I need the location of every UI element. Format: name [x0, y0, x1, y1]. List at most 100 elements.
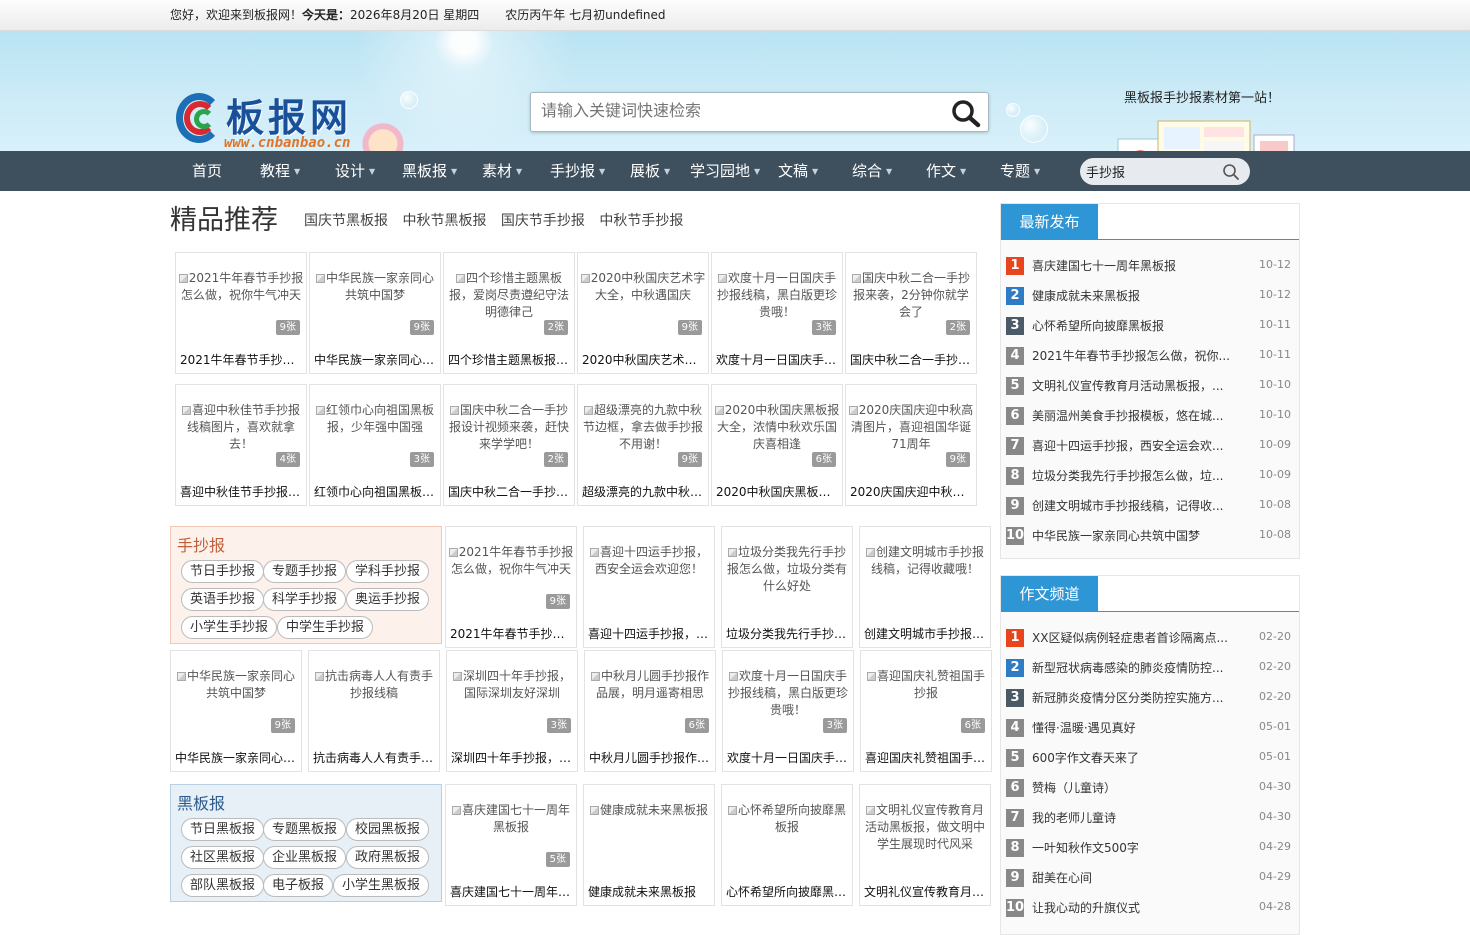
thumbnail-image[interactable]: 心怀希望所向披靡黑板报	[722, 802, 852, 880]
card-caption[interactable]: 创建文明城市手抄报线稿，记得收藏哦！	[864, 625, 988, 642]
ranking-title[interactable]: 喜庆建国七十一周年黑板报	[1032, 257, 1232, 274]
category-tag[interactable]: 政府黑板报	[346, 846, 430, 869]
ranking-row[interactable]: 6 赞梅（儿童诗） 04-30	[1006, 772, 1291, 802]
ranking-row[interactable]: 8 一叶知秋作文500字 04-29	[1006, 832, 1291, 862]
card-caption[interactable]: 国庆中秋二合一手抄报来袭，2分钟你就学会了	[850, 351, 974, 368]
category-tag[interactable]: 科学手抄报	[263, 588, 347, 611]
ranking-title[interactable]: 赞梅（儿童诗）	[1032, 779, 1232, 796]
thumbnail-card[interactable]: 喜庆建国七十一周年黑板报5张喜庆建国七十一周年黑板报	[445, 784, 577, 906]
ranking-row[interactable]: 7 我的老师儿童诗 04-30	[1006, 802, 1291, 832]
category-tag[interactable]: 社区黑板报	[181, 846, 265, 869]
ranking-title[interactable]: 中华民族一家亲同心共筑中国梦	[1032, 527, 1232, 544]
category-tag[interactable]: 奥运手抄报	[346, 588, 430, 611]
ranking-row[interactable]: 1 喜庆建国七十一周年黑板报 10-12	[1006, 250, 1291, 280]
ranking-title[interactable]: 新型冠状病毒感染的肺炎疫情防控...	[1032, 659, 1232, 676]
card-caption[interactable]: 心怀希望所向披靡黑板报	[726, 883, 850, 900]
category-tag[interactable]: 中学生手抄报	[277, 616, 374, 639]
card-caption[interactable]: 中华民族一家亲同心共筑中国梦	[175, 749, 299, 766]
ranking-title[interactable]: 垃圾分类我先行手抄报怎么做，垃...	[1032, 467, 1232, 484]
card-caption[interactable]: 喜庆建国七十一周年黑板报	[450, 883, 574, 900]
category-title[interactable]: 黑板报	[177, 790, 225, 814]
ranking-title[interactable]: 健康成就未来黑板报	[1032, 287, 1232, 304]
card-caption[interactable]: 抗击病毒人人有责手抄报线稿	[313, 749, 437, 766]
category-tag[interactable]: 英语手抄报	[181, 588, 265, 611]
category-title[interactable]: 手抄报	[177, 532, 225, 556]
thumbnail-card[interactable]: 2020中秋国庆艺术字大全，中秋遇国庆 9张 2020中秋国庆艺术字大全，中秋遇国庆	[577, 252, 709, 374]
nav-item[interactable]: 设计 ▼	[335, 151, 375, 192]
card-caption[interactable]: 文明礼仪宣传教育月活动黑板报，做文明中学生展现时代风采	[864, 883, 988, 900]
thumbnail-card[interactable]: 红领巾心向祖国黑板报，少年强中国强3张红领巾心向祖国黑板报，少年强中国强	[309, 384, 441, 506]
thumbnail-card[interactable]: 喜迎中秋佳节手抄报线稿图片，喜欢就拿去！4张喜迎中秋佳节手抄报线稿图片，喜欢就拿…	[175, 384, 307, 506]
thumbnail-card[interactable]: 2020庆国庆迎中秋高清图片，喜迎祖国华诞71周年9张2020庆国庆迎中秋高清图…	[845, 384, 977, 506]
category-tag[interactable]: 部队黑板报	[181, 874, 265, 897]
thumbnail-image[interactable]: 深圳四十年手抄报，国际深圳友好深圳	[447, 668, 577, 746]
ranking-row[interactable]: 5 600字作文春天来了 05-01	[1006, 742, 1291, 772]
card-caption[interactable]: 健康成就未来黑板报	[588, 883, 712, 900]
thumbnail-card[interactable]: 喜迎十四运手抄报，西安全运会欢迎您！ 喜迎十四运手抄报，西安全运会欢迎您！	[583, 526, 715, 648]
thumbnail-image[interactable]: 垃圾分类我先行手抄报怎么做，垃圾分类有什么好处	[722, 544, 852, 622]
quick-link[interactable]: 国庆节黑板报	[304, 213, 388, 229]
thumbnail-image[interactable]: 喜迎十四运手抄报，西安全运会欢迎您！	[584, 544, 714, 622]
quick-link[interactable]: 国庆节手抄报	[501, 213, 585, 229]
card-caption[interactable]: 2020中秋国庆艺术字大全，中秋遇国庆	[582, 351, 706, 368]
ranking-title[interactable]: 让我心动的升旗仪式	[1032, 899, 1232, 916]
nav-item[interactable]: 黑板报 ▼	[402, 151, 457, 192]
ranking-row[interactable]: 8 垃圾分类我先行手抄报怎么做，垃... 10-09	[1006, 460, 1291, 490]
thumbnail-card[interactable]: 中华民族一家亲同心共筑中国梦9张中华民族一家亲同心共筑中国梦	[309, 252, 441, 374]
thumbnail-image[interactable]: 创建文明城市手抄报线稿，记得收藏哦！	[860, 544, 990, 622]
category-tag[interactable]: 校园黑板报	[346, 818, 430, 841]
thumbnail-image[interactable]: 四个珍惜主题黑板报，爱岗尽责遵纪守法明德律己	[444, 270, 574, 348]
thumbnail-image[interactable]: 欢度十月一日国庆手抄报线稿，黑白版更珍贵哦！	[712, 270, 842, 348]
thumbnail-image[interactable]: 2020中秋国庆艺术字大全，中秋遇国庆	[578, 270, 708, 348]
category-tag[interactable]: 学科手抄报	[346, 560, 430, 583]
card-caption[interactable]: 喜迎中秋佳节手抄报线稿图片，喜欢就拿去！	[180, 483, 304, 500]
ranking-row[interactable]: 1 XX区疑似病例轻症患者首诊隔离点... 02-20	[1006, 622, 1291, 652]
nav-item[interactable]: 作文 ▼	[926, 151, 966, 192]
thumbnail-card[interactable]: 2021牛年春节手抄报怎么做，祝你牛气冲天 9张 2021牛年春节手抄报怎么做，祝你…	[175, 252, 307, 374]
ranking-row[interactable]: 10 让我心动的升旗仪式 04-28	[1006, 892, 1291, 922]
thumbnail-card[interactable]: 欢度十月一日国庆手抄报线稿，黑白版更珍贵哦！3张欢度十月一日国庆手抄报线稿，黑白…	[722, 650, 854, 772]
category-tag[interactable]: 专题黑板报	[263, 818, 347, 841]
latest-panel-title[interactable]: 最新发布	[1001, 204, 1098, 240]
ranking-row[interactable]: 2 健康成就未来黑板报 10-12	[1006, 280, 1291, 310]
card-caption[interactable]: 超级漂亮的九款中秋节边框，拿去做手抄报不用谢！	[582, 483, 706, 500]
card-caption[interactable]: 红领巾心向祖国黑板报，少年强中国强	[314, 483, 438, 500]
ranking-title[interactable]: 创建文明城市手抄报线稿，记得收...	[1032, 497, 1232, 514]
thumbnail-image[interactable]: 文明礼仪宣传教育月活动黑板报，做文明中学生展现时代风采	[860, 802, 990, 880]
card-caption[interactable]: 深圳四十年手抄报，国际深圳友好深圳	[451, 749, 575, 766]
ranking-title[interactable]: 美丽温州美食手抄报模板，悠在城...	[1032, 407, 1232, 424]
thumbnail-image[interactable]: 国庆中秋二合一手抄报设计视频来袭，赶快来学学吧！	[444, 402, 574, 480]
thumbnail-image[interactable]: 2021牛年春节手抄报怎么做，祝你牛气冲天	[446, 544, 576, 622]
thumbnail-image[interactable]: 欢度十月一日国庆手抄报线稿，黑白版更珍贵哦！	[723, 668, 853, 746]
thumbnail-card[interactable]: 2020中秋国庆黑板报大全，浓情中秋欢乐国庆喜相逢6张2020中秋国庆黑板报大全…	[711, 384, 843, 506]
thumbnail-card[interactable]: 心怀希望所向披靡黑板报 心怀希望所向披靡黑板报	[721, 784, 853, 906]
ranking-title[interactable]: 心怀希望所向披靡黑板报	[1032, 317, 1232, 334]
ranking-row[interactable]: 2 新型冠状病毒感染的肺炎疫情防控... 02-20	[1006, 652, 1291, 682]
thumbnail-card[interactable]: 欢度十月一日国庆手抄报线稿，黑白版更珍贵哦！3张欢度十月一日国庆手抄报线稿，黑白…	[711, 252, 843, 374]
ranking-row[interactable]: 6 美丽温州美食手抄报模板，悠在城... 10-10	[1006, 400, 1291, 430]
ranking-title[interactable]: 一叶知秋作文500字	[1032, 839, 1232, 856]
ranking-row[interactable]: 4 懂得·温暖·遇见真好 05-01	[1006, 712, 1291, 742]
card-caption[interactable]: 喜迎国庆礼赞祖国手抄报	[865, 749, 989, 766]
ranking-row[interactable]: 9 创建文明城市手抄报线稿，记得收... 10-08	[1006, 490, 1291, 520]
search-icon[interactable]	[950, 98, 982, 128]
card-caption[interactable]: 欢度十月一日国庆手抄报线稿，黑白版更珍贵哦！	[727, 749, 851, 766]
thumbnail-card[interactable]: 超级漂亮的九款中秋节边框，拿去做手抄报不用谢！9张超级漂亮的九款中秋节边框，拿去…	[577, 384, 709, 506]
thumbnail-image[interactable]: 健康成就未来黑板报	[584, 802, 714, 880]
ranking-title[interactable]: 文明礼仪宣传教育月活动黑板报，...	[1032, 377, 1232, 394]
thumbnail-card[interactable]: 四个珍惜主题黑板报，爱岗尽责遵纪守法明德律己2张四个珍惜主题黑板报，爱岗尽责遵纪…	[443, 252, 575, 374]
nav-item[interactable]: 专题 ▼	[1000, 151, 1040, 192]
card-caption[interactable]: 2021牛年春节手抄报怎么做，祝你牛气冲天	[450, 625, 574, 642]
thumbnail-image[interactable]: 红领巾心向祖国黑板报，少年强中国强	[310, 402, 440, 480]
thumbnail-card[interactable]: 喜迎国庆礼赞祖国手抄报 6张 喜迎国庆礼赞祖国手抄报	[860, 650, 992, 772]
card-caption[interactable]: 2020庆国庆迎中秋高清图片，喜迎祖国华诞71周年	[850, 483, 974, 500]
thumbnail-card[interactable]: 国庆中秋二合一手抄报来袭，2分钟你就学会了2张国庆中秋二合一手抄报来袭，2分钟你…	[845, 252, 977, 374]
nav-item[interactable]: 综合 ▼	[852, 151, 892, 192]
ranking-row[interactable]: 5 文明礼仪宣传教育月活动黑板报，... 10-10	[1006, 370, 1291, 400]
nav-search-input[interactable]	[1080, 158, 1210, 185]
category-tag[interactable]: 电子板报	[263, 874, 334, 897]
category-tag[interactable]: 小学生黑板报	[333, 874, 430, 897]
ranking-title[interactable]: XX区疑似病例轻症患者首诊隔离点...	[1032, 629, 1232, 646]
thumbnail-card[interactable]: 文明礼仪宣传教育月活动黑板报，做文明中学生展现时代风采文明礼仪宣传教育月活动黑板…	[859, 784, 991, 906]
nav-item[interactable]: 展板 ▼	[630, 151, 670, 192]
